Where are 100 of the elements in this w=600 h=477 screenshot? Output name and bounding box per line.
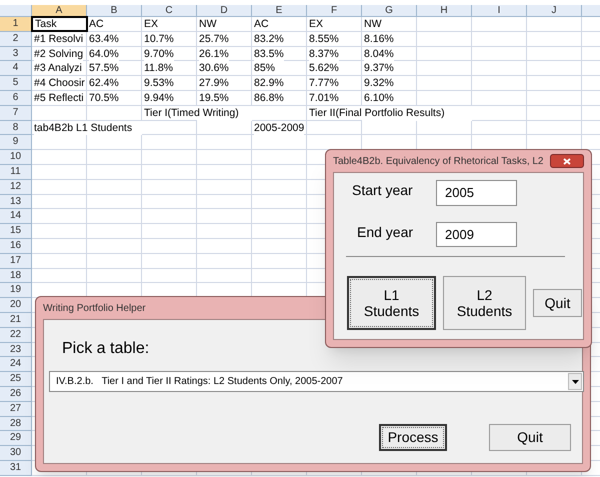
grid-cell[interactable] [32, 180, 87, 195]
grid-cell[interactable] [142, 209, 197, 224]
end-year-field[interactable]: 2009 [436, 222, 517, 247]
column-header[interactable]: C [142, 5, 197, 16]
grid-cell[interactable] [32, 194, 87, 210]
close-icon[interactable] [550, 154, 584, 168]
row-header[interactable]: 19 [0, 283, 32, 298]
start-year-field[interactable]: 2005 [436, 180, 517, 206]
grid-cell[interactable] [142, 254, 197, 269]
grid-cell[interactable] [197, 135, 252, 150]
row-header[interactable]: 29 [0, 431, 32, 446]
grid-cell[interactable] [87, 268, 142, 284]
row-header[interactable]: 5 [0, 76, 32, 91]
row-header[interactable]: 7 [0, 106, 32, 121]
grid-cell[interactable] [87, 135, 142, 150]
grid-cell[interactable] [472, 76, 527, 91]
row-header[interactable]: 15 [0, 224, 32, 239]
row-header[interactable]: 8 [0, 120, 32, 136]
row-header[interactable]: 13 [0, 194, 32, 210]
grid-cell[interactable] [87, 150, 142, 165]
grid-cell[interactable] [197, 194, 252, 210]
grid-cell[interactable] [252, 224, 307, 239]
grid-cell[interactable] [87, 238, 142, 254]
grid-cell[interactable] [417, 17, 472, 32]
grid-cell[interactable] [142, 194, 197, 210]
grid-cell[interactable] [417, 46, 472, 62]
grid-cell[interactable] [252, 180, 307, 195]
grid-cell[interactable] [142, 180, 197, 195]
row-header[interactable]: 26 [0, 386, 32, 402]
grid-cell[interactable] [32, 238, 87, 254]
grid-cell[interactable] [142, 150, 197, 165]
grid-cell[interactable] [142, 135, 197, 150]
grid-cell[interactable] [142, 120, 197, 136]
grid-cell[interactable] [142, 238, 197, 254]
row-header[interactable]: 2 [0, 32, 32, 47]
row-header[interactable]: 22 [0, 328, 32, 343]
grid-cell[interactable] [527, 76, 582, 91]
row-header[interactable]: 14 [0, 209, 32, 224]
grid-cell[interactable] [527, 90, 582, 106]
grid-cell[interactable] [32, 150, 87, 165]
column-header[interactable]: H [417, 5, 472, 16]
grid-cell[interactable] [527, 106, 582, 121]
row-header[interactable]: 27 [0, 402, 32, 417]
grid-cell[interactable] [472, 106, 527, 121]
row-header[interactable]: 31 [0, 460, 32, 476]
row-header[interactable]: 11 [0, 164, 32, 180]
column-header[interactable]: I [472, 5, 527, 16]
row-header[interactable]: 10 [0, 150, 32, 165]
grid-cell[interactable] [472, 46, 527, 62]
row-header[interactable]: 16 [0, 238, 32, 254]
row-header[interactable]: 21 [0, 312, 32, 328]
grid-cell[interactable] [32, 164, 87, 180]
grid-cell[interactable] [252, 209, 307, 224]
row-header[interactable]: 28 [0, 416, 32, 432]
grid-cell[interactable] [527, 61, 582, 76]
grid-cell[interactable] [252, 135, 307, 150]
grid-cell[interactable] [197, 224, 252, 239]
grid-cell[interactable] [32, 135, 87, 150]
column-header[interactable]: G [362, 5, 417, 16]
grid-cell[interactable] [87, 164, 142, 180]
grid-cell[interactable] [417, 32, 472, 47]
grid-cell[interactable] [197, 268, 252, 284]
grid-cell[interactable] [417, 120, 472, 136]
row-header[interactable]: 4 [0, 61, 32, 76]
grid-cell[interactable] [32, 209, 87, 224]
grid-cell[interactable] [197, 150, 252, 165]
grid-cell[interactable] [197, 164, 252, 180]
grid-cell[interactable] [87, 180, 142, 195]
table-dropdown[interactable]: IV.B.2.b. Tier I and Tier II Ratings: L2 Students Only, 2005-2007 [49, 371, 584, 392]
grid-cell[interactable] [252, 150, 307, 165]
column-header[interactable]: F [307, 5, 362, 16]
grid-cell[interactable] [197, 254, 252, 269]
row-header[interactable]: 3 [0, 46, 32, 62]
column-header[interactable]: A [32, 5, 87, 16]
grid-cell[interactable] [252, 254, 307, 269]
grid-cell[interactable] [252, 238, 307, 254]
grid-cell[interactable] [252, 164, 307, 180]
column-header[interactable] [582, 5, 600, 16]
grid-cell[interactable] [527, 120, 582, 136]
grid-cell[interactable] [197, 209, 252, 224]
row-header[interactable]: 12 [0, 180, 32, 195]
grid-cell[interactable] [142, 224, 197, 239]
grid-cell[interactable] [32, 254, 87, 269]
column-header[interactable]: E [252, 5, 307, 16]
grid-cell[interactable] [87, 209, 142, 224]
grid-cell[interactable] [472, 90, 527, 106]
grid-cell[interactable] [197, 238, 252, 254]
grid-cell[interactable] [307, 120, 362, 136]
grid-cell[interactable] [32, 224, 87, 239]
grid-cell[interactable] [417, 76, 472, 91]
dialog-button[interactable]: Process [379, 424, 447, 451]
row-header[interactable]: 6 [0, 90, 32, 106]
grid-cell[interactable] [417, 61, 472, 76]
grid-cell[interactable] [252, 194, 307, 210]
row-header[interactable]: 20 [0, 298, 32, 313]
row-header[interactable]: 17 [0, 254, 32, 269]
dialog-button[interactable]: L2 Students [443, 276, 526, 330]
row-header[interactable]: 1 [0, 17, 32, 32]
grid-cell[interactable] [472, 61, 527, 76]
grid-cell[interactable] [527, 17, 582, 32]
